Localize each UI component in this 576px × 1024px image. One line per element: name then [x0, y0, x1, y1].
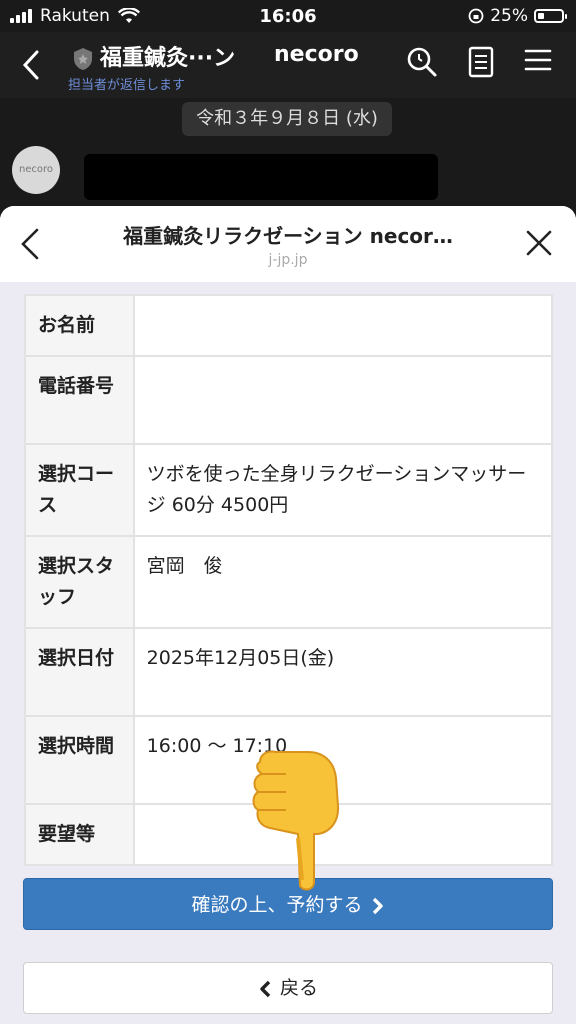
message-bubble	[84, 154, 438, 200]
date-separator: 令和３年９月８日 (水)	[182, 102, 392, 136]
status-bar: Rakuten 16:06 25%	[0, 0, 576, 32]
rotation-lock-icon	[468, 8, 484, 24]
row-value-date: 2025年12月05日(金)	[132, 627, 554, 717]
menu-icon[interactable]	[524, 46, 552, 74]
row-label-date: 選択日付	[24, 627, 135, 717]
table-row: 選択スタッフ 宮岡 俊	[24, 535, 554, 629]
table-row: 選択コース ツボを使った全身リラクゼーションマッサージ 60分 4500円	[24, 443, 554, 537]
row-value-staff: 宮岡 俊	[132, 535, 554, 629]
avatar[interactable]: necoro	[12, 146, 60, 194]
battery-icon	[534, 9, 567, 23]
table-row: 電話番号	[24, 355, 554, 445]
table-row: お名前	[24, 294, 554, 357]
webview-sheet: 福重鍼灸リラクゼーション necor… j-jp.jp お名前 電話番号 選択コ…	[0, 206, 576, 1024]
row-label-course: 選択コース	[24, 443, 135, 537]
chat-brand: necoro	[274, 42, 359, 67]
chat-title: 福重鍼灸···ン	[72, 40, 235, 72]
back-button[interactable]: 戻る	[23, 962, 553, 1014]
battery-percent: 25%	[490, 6, 528, 26]
close-icon[interactable]	[526, 230, 552, 256]
row-label-time: 選択時間	[24, 715, 135, 805]
sheet-title: 福重鍼灸リラクゼーション necor…	[123, 224, 453, 248]
chat-subtitle: 担当者が返信します	[68, 78, 186, 93]
sheet-domain: j-jp.jp	[268, 252, 308, 268]
back-button-label: 戻る	[280, 977, 319, 999]
row-label-phone: 電話番号	[24, 355, 135, 445]
row-label-name: お名前	[24, 294, 135, 357]
search-icon[interactable]	[406, 46, 438, 78]
sheet-header: 福重鍼灸リラクゼーション necor… j-jp.jp	[0, 206, 576, 282]
row-label-request: 要望等	[24, 803, 135, 866]
chat-title-text: 福重鍼灸···ン	[100, 46, 236, 71]
row-value-course: ツボを使った全身リラクゼーションマッサージ 60分 4500円	[132, 443, 554, 537]
pointing-hand-icon	[252, 750, 340, 891]
chevron-right-icon	[372, 897, 383, 914]
chevron-left-icon	[260, 980, 271, 997]
chat-header: 福重鍼灸···ン necoro 担当者が返信します	[0, 32, 576, 98]
confirm-button-label: 確認の上、予約する	[191, 894, 363, 916]
chat-back-icon[interactable]	[22, 50, 40, 80]
notes-icon[interactable]	[468, 46, 494, 78]
shield-icon	[74, 48, 92, 70]
row-value-name	[132, 294, 554, 357]
table-row: 選択日付 2025年12月05日(金)	[24, 627, 554, 717]
chat-background: Rakuten 16:06 25% 福重鍼灸···ン necoro 担当者が返信…	[0, 0, 576, 240]
row-label-staff: 選択スタッフ	[24, 535, 135, 629]
row-value-phone	[132, 355, 554, 445]
